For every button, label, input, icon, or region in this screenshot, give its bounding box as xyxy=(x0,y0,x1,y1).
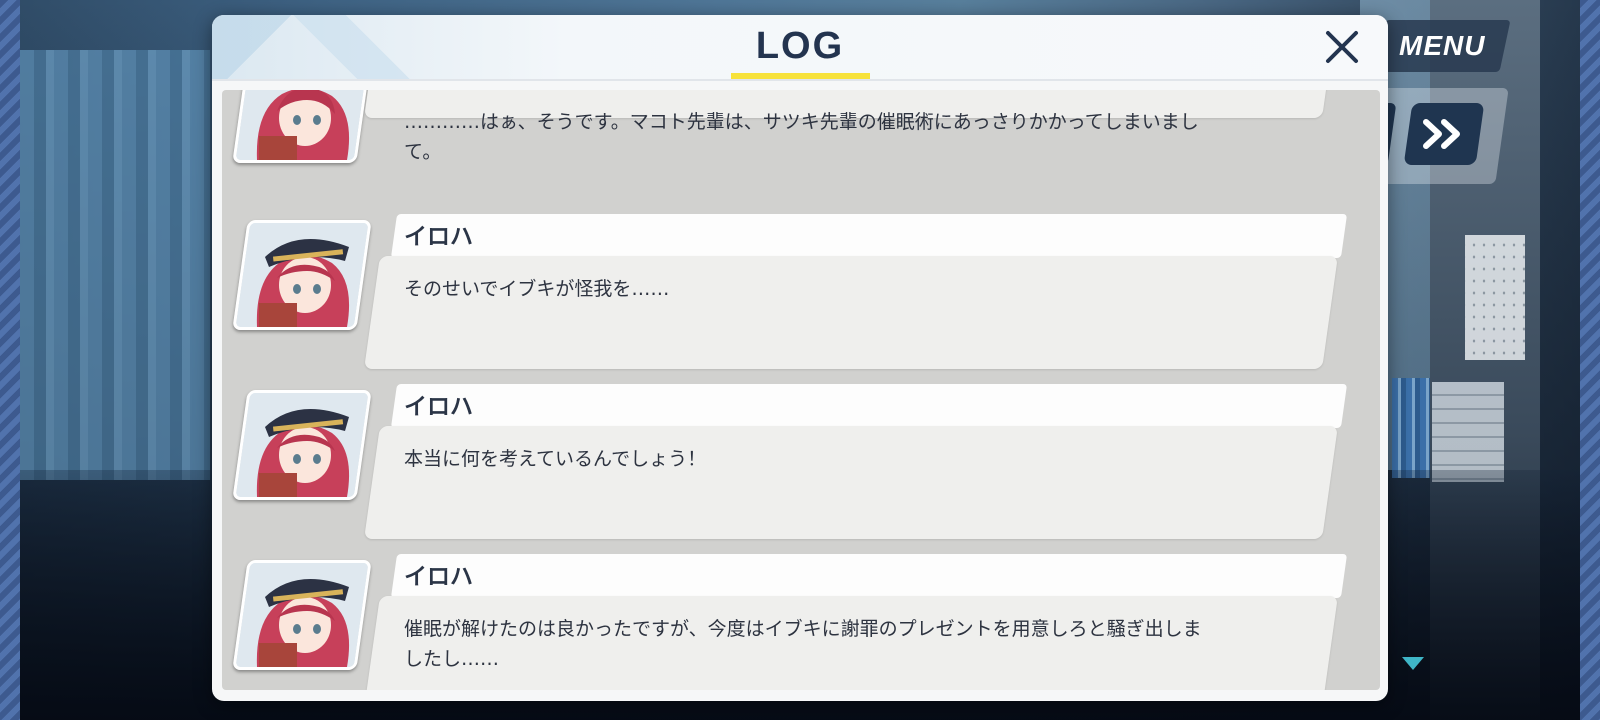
dialogue-text: …………はぁ、そうです。マコト先輩は、サツキ先輩の催眠術にあっさりかかってしまい… xyxy=(404,111,1199,163)
fast-forward-icon xyxy=(1423,119,1460,149)
left-border-stripe xyxy=(0,0,20,720)
title-underline xyxy=(731,73,870,79)
log-entry: イロハ 本当に何を考えているんでしょう！ xyxy=(222,384,1362,554)
character-avatar-icon xyxy=(237,223,367,327)
log-entry: イロハ そのせいでイブキが怪我を…… xyxy=(222,214,1362,384)
dialogue-text: 催眠が解けたのは良かったですが、今度はイブキに謝罪のプレゼントを用意しろと騒ぎ出… xyxy=(404,618,1202,670)
character-avatar-icon xyxy=(237,90,367,160)
drawer-cabinet xyxy=(1432,382,1504,482)
speaker-name: イロハ xyxy=(404,224,473,250)
menu-button[interactable]: MENU xyxy=(1374,20,1511,72)
wall-calendar xyxy=(1465,235,1525,360)
character-avatar-icon xyxy=(237,563,367,667)
log-entry: イロハ 催眠が解けたのは良かったですが、今度はイブキに謝罪のプレゼントを用意しろ… xyxy=(222,554,1362,690)
log-list[interactable]: …………はぁ、そうです。マコト先輩は、サツキ先輩の催眠術にあっさりかかってしまい… xyxy=(222,90,1380,690)
log-header: LOG xyxy=(212,15,1388,81)
character-portrait xyxy=(232,220,372,330)
close-icon xyxy=(1326,31,1358,63)
close-button[interactable] xyxy=(1320,25,1364,69)
skip-button[interactable] xyxy=(1403,103,1485,165)
triangle-down-icon xyxy=(1402,657,1424,670)
menu-button-label: MENU xyxy=(1399,30,1486,61)
bookshelf xyxy=(1392,378,1430,478)
log-dialog: LOG …………はぁ、そうです。マコト先輩は、サツキ先輩の催眠術にあっさりかかっ… xyxy=(212,15,1388,701)
name-plate xyxy=(390,214,1348,258)
log-entry: …………はぁ、そうです。マコト先輩は、サツキ先輩の催眠術にあっさりかかってしまい… xyxy=(222,90,1362,163)
character-portrait xyxy=(232,390,372,500)
character-avatar-icon xyxy=(237,393,367,497)
character-portrait xyxy=(232,90,372,163)
character-portrait xyxy=(232,560,372,670)
dialogue-text: 本当に何を考えているんでしょう！ xyxy=(404,448,707,470)
speaker-name: イロハ xyxy=(404,564,473,590)
log-title: LOG xyxy=(755,25,845,67)
speaker-name: イロハ xyxy=(404,394,473,420)
right-border-stripe xyxy=(1580,0,1600,720)
dialogue-text: そのせいでイブキが怪我を…… xyxy=(404,278,670,300)
name-plate xyxy=(390,384,1348,428)
dialogue-box xyxy=(364,256,1338,369)
name-plate xyxy=(390,554,1348,598)
dialogue-box xyxy=(364,426,1338,539)
curtain xyxy=(20,50,210,480)
